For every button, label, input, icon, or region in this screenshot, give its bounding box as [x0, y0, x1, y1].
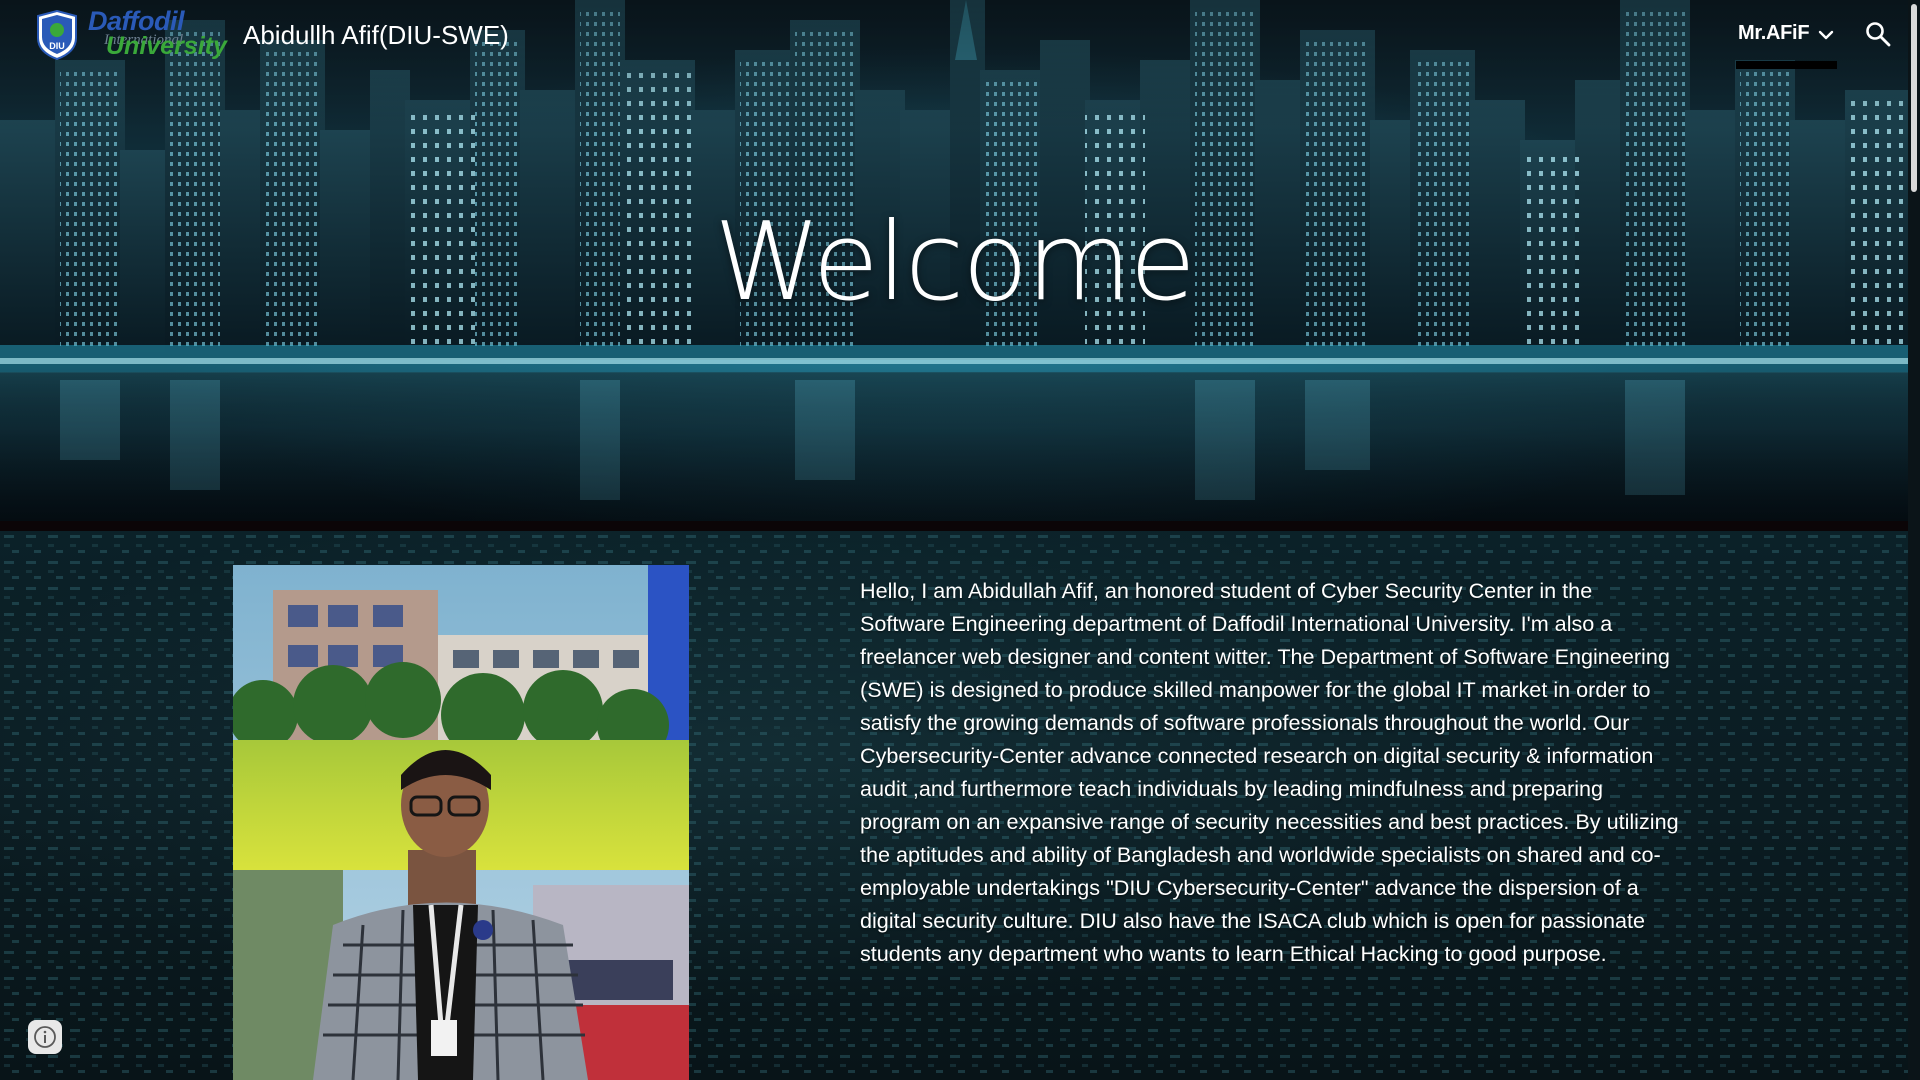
logo-word-university: University [106, 32, 227, 60]
university-shield-logo-icon: DIU [37, 10, 77, 60]
hero-banner: Welcome [0, 0, 1908, 521]
nav-menu-label: Mr.AFiF [1738, 22, 1810, 44]
info-button[interactable] [28, 1020, 62, 1054]
search-icon[interactable] [1864, 20, 1892, 48]
bio-paragraph: Hello, I am Abidullah Afif, an honored s… [860, 578, 1679, 966]
welcome-heading: Welcome [713, 200, 1196, 325]
scrollbar-thumb[interactable] [1911, 4, 1917, 192]
site-title-link[interactable]: Abidullh Afif(DIU-SWE) [243, 20, 509, 51]
logo-shield-text: DIU [49, 41, 65, 51]
profile-photo-image [233, 565, 689, 1080]
chevron-down-icon[interactable] [1817, 26, 1835, 44]
hero-divider [0, 521, 1908, 531]
info-icon [34, 1026, 56, 1048]
profile-photo [233, 565, 689, 1080]
nav-active-indicator [1736, 61, 1837, 69]
university-logo-link[interactable]: DIU Daffodil International University [34, 6, 227, 62]
site-header: DIU Daffodil International University Ab… [0, 0, 1908, 70]
